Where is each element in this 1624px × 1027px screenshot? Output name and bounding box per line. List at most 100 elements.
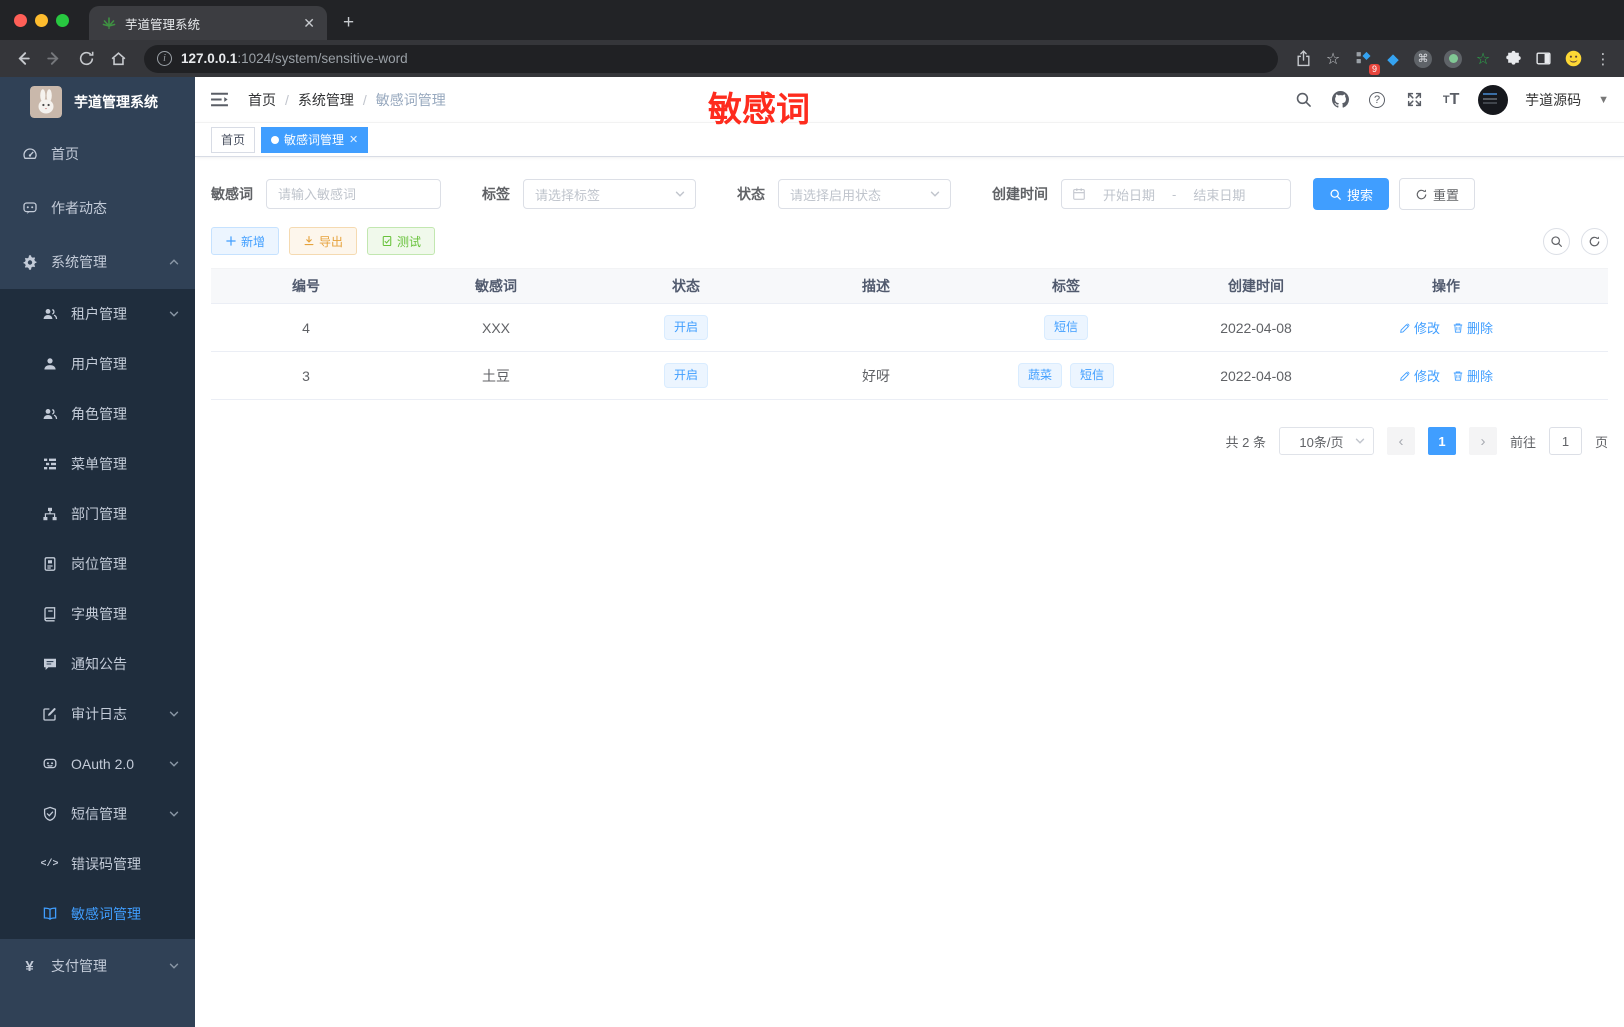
date-range-picker[interactable]: 开始日期 - 结束日期	[1061, 179, 1291, 209]
search-button-label: 搜索	[1347, 187, 1374, 203]
sidebar-item-menu[interactable]: 菜单管理	[0, 439, 195, 489]
url-bar[interactable]: i 127.0.0.1:1024/system/sensitive-word	[144, 44, 1278, 73]
sidebar-item-pay[interactable]: ¥ 支付管理	[0, 939, 195, 993]
sidebar-item-label: 通知公告	[71, 656, 127, 672]
app-root: 芋道管理系统 首页 作者动态 系统管理 租户管理 用户管理 角色管理 菜单管理 部门管理 岗位管…	[0, 77, 1624, 1027]
extension-badge-icon[interactable]: 9	[1350, 46, 1380, 75]
page-number-current[interactable]: 1	[1427, 427, 1456, 455]
tag-select[interactable]: 请选择标签	[523, 179, 696, 209]
tag-label: 首页	[221, 133, 246, 147]
help-icon[interactable]: ?	[1367, 90, 1387, 110]
fullscreen-icon[interactable]	[1404, 90, 1424, 110]
sidebar-item-sms[interactable]: 短信管理	[0, 789, 195, 839]
keyword-label: 敏感词	[211, 186, 253, 202]
reload-icon[interactable]	[72, 45, 100, 73]
record-circle-icon[interactable]	[1440, 46, 1466, 72]
sidebar-item-system[interactable]: 系统管理	[0, 235, 195, 289]
command-circle-icon[interactable]: ⌘	[1410, 46, 1436, 72]
hide-search-icon[interactable]	[1543, 227, 1570, 255]
breadcrumb-item[interactable]: 首页	[248, 90, 276, 110]
side-panel-icon[interactable]	[1530, 46, 1556, 72]
tree-list-icon	[41, 456, 58, 473]
github-icon[interactable]	[1330, 90, 1350, 110]
sidebar-item-tenant[interactable]: 租户管理	[0, 289, 195, 339]
font-size-icon[interactable]: TT	[1441, 90, 1461, 110]
chevron-down-icon	[168, 808, 180, 820]
sidebar-item-author-news[interactable]: 作者动态	[0, 181, 195, 235]
hamburger-icon[interactable]	[210, 89, 232, 111]
breadcrumb-item[interactable]: 系统管理	[298, 90, 354, 110]
sidebar-item-dept[interactable]: 部门管理	[0, 489, 195, 539]
puzzle-icon[interactable]	[1500, 46, 1526, 72]
org-chart-icon	[41, 506, 58, 523]
sidebar-item-post[interactable]: 岗位管理	[0, 539, 195, 589]
user-avatar[interactable]	[1478, 84, 1509, 115]
sidebar-item-home[interactable]: 首页	[0, 127, 195, 181]
sidebar-item-oauth[interactable]: OAuth 2.0	[0, 739, 195, 789]
sidebar-item-audit-log[interactable]: 审计日志	[0, 689, 195, 739]
users-icon	[41, 306, 58, 323]
bookmark-star-icon[interactable]: ☆	[1320, 46, 1346, 72]
edit-link[interactable]: 修改	[1399, 366, 1440, 385]
refresh-icon[interactable]	[1581, 227, 1608, 255]
add-button[interactable]: 新增	[211, 227, 280, 255]
delete-link[interactable]: 删除	[1452, 366, 1493, 385]
keyword-input[interactable]	[266, 179, 441, 209]
home-icon[interactable]	[104, 45, 132, 73]
forward-icon[interactable]	[40, 45, 68, 73]
sidebar-item-user[interactable]: 用户管理	[0, 339, 195, 389]
cell-created: 2022-04-08	[1161, 351, 1351, 400]
page-content: 敏感词 标签 请选择标签 状态 请选择启用状态	[195, 158, 1624, 1027]
profile-avatar[interactable]	[1560, 46, 1586, 72]
navbar-right: ? TT 芋道源码 ▼	[1293, 84, 1609, 115]
share-icon[interactable]	[1290, 46, 1316, 72]
goto-page-input[interactable]	[1548, 427, 1582, 455]
minimize-window-button[interactable]	[35, 13, 48, 27]
chevron-down-icon	[168, 758, 180, 770]
cell-description	[781, 303, 971, 352]
sidebar: 芋道管理系统 首页作者动态 系统管理 租户管理 用户管理 角色管理菜单管理部门管理 岗位管…	[0, 77, 195, 1027]
delete-link[interactable]: 删除	[1452, 318, 1493, 337]
menu-kebab-icon[interactable]: ⋮	[1590, 46, 1616, 72]
dashboard-icon	[21, 146, 38, 163]
close-window-button[interactable]	[14, 13, 27, 27]
page-size-select[interactable]: 10条/页	[1278, 427, 1374, 455]
zoom-window-button[interactable]	[56, 13, 69, 27]
main-area: 首页 / 系统管理 / 敏感词管理 ? TT 芋道源码 ▼ 首页 敏感词管理 ✕ 敏感词	[195, 77, 1624, 1027]
test-button[interactable]: 测试	[367, 227, 436, 255]
browser-tab[interactable]: 芋道管理系统 ✕	[89, 6, 327, 40]
sidebar-item-sensitive-word[interactable]: 敏感词管理	[0, 889, 195, 939]
sidebar-item-notice[interactable]: 通知公告	[0, 639, 195, 689]
date-end-placeholder: 结束日期	[1193, 187, 1246, 203]
url-text: 127.0.0.1:1024/system/sensitive-word	[181, 51, 408, 66]
kite-icon[interactable]: ◆	[1380, 46, 1406, 72]
search-button[interactable]: 搜索	[1313, 178, 1390, 210]
search-icon[interactable]	[1293, 90, 1313, 110]
sidebar-item-dict[interactable]: 字典管理	[0, 589, 195, 639]
edit-link[interactable]: 修改	[1399, 318, 1440, 337]
chevron-up-icon	[168, 256, 180, 268]
reset-button[interactable]: 重置	[1399, 178, 1476, 210]
tags-view-tag[interactable]: 首页	[211, 126, 256, 153]
status-select[interactable]: 请选择启用状态	[778, 179, 951, 209]
export-button[interactable]: 导出	[289, 227, 358, 255]
sidebar-item-label: 首页	[51, 146, 79, 162]
site-info-icon[interactable]: i	[157, 51, 172, 66]
green-star-icon[interactable]: ☆	[1470, 46, 1496, 72]
sidebar-item-error-code[interactable]: </> 错误码管理	[0, 839, 195, 889]
tag-close-icon[interactable]: ✕	[349, 133, 358, 146]
back-icon[interactable]	[8, 45, 36, 73]
users-icon	[41, 406, 58, 423]
filter-date: 创建时间 开始日期 - 结束日期	[992, 179, 1291, 209]
next-page-icon[interactable]: ›	[1468, 427, 1497, 455]
sidebar-logo-row[interactable]: 芋道管理系统	[0, 77, 195, 127]
sidebar-item-label: 菜单管理	[71, 456, 127, 472]
caret-down-icon[interactable]: ▼	[1598, 94, 1609, 106]
prev-page-icon[interactable]: ‹	[1386, 427, 1415, 455]
tab-close-icon[interactable]: ✕	[303, 15, 315, 32]
tags-view-tag[interactable]: 敏感词管理 ✕	[261, 126, 369, 153]
new-tab-button[interactable]: +	[343, 12, 354, 34]
bubble-icon	[41, 656, 58, 673]
sidebar-item-role[interactable]: 角色管理	[0, 389, 195, 439]
pagination: 共 2 条 10条/页 ‹ 1 › 前往 页	[211, 427, 1608, 455]
